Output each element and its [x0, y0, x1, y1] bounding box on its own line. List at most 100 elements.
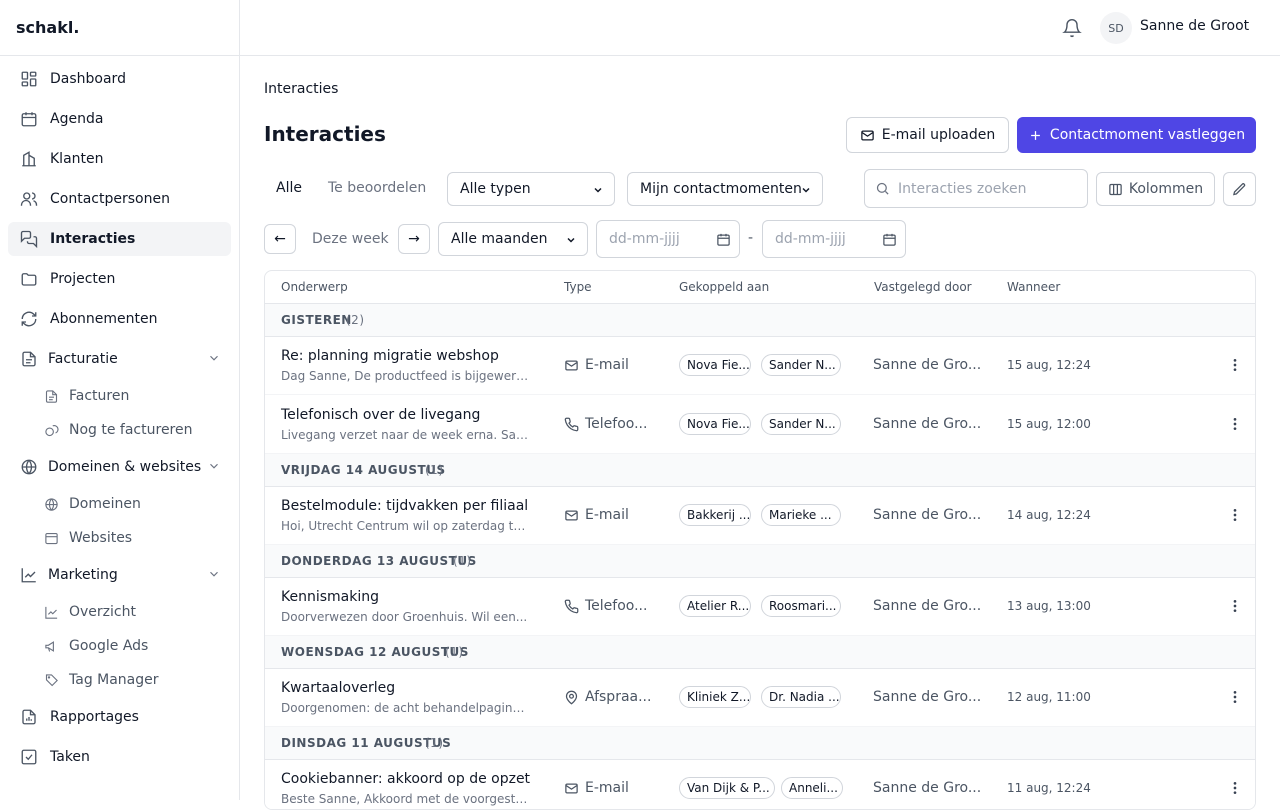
- sidebar: schakl. Dashboard Agenda Klanten Contact…: [0, 0, 240, 800]
- search-placeholder: Interacties zoeken: [898, 180, 1027, 197]
- pencil-icon: [1232, 182, 1247, 197]
- sidebar-item-tag-manager[interactable]: Tag Manager: [8, 666, 231, 694]
- document-icon: [20, 350, 38, 368]
- group-label: DONDERDAG 13 AUGUSTUS: [281, 554, 477, 568]
- column-header-type[interactable]: Type: [564, 280, 592, 294]
- week-label[interactable]: Deze week: [312, 231, 389, 247]
- calendar-icon[interactable]: [716, 232, 731, 247]
- row-recorded-by: Sanne de Gro...: [873, 357, 982, 373]
- phone-icon: [564, 599, 579, 614]
- linked-chip[interactable]: Atelier R...: [679, 595, 751, 617]
- date-from-input[interactable]: dd-mm-jjjj: [596, 220, 740, 258]
- plus-icon: [1028, 128, 1043, 143]
- table-row[interactable]: Kwartaaloverleg Doorgenomen: de acht beh…: [265, 669, 1255, 727]
- tab-alle[interactable]: Alle: [276, 180, 302, 198]
- chevron-down-icon: [800, 184, 812, 196]
- more-vertical-icon[interactable]: [1227, 780, 1243, 796]
- sidebar-item-domeinen-websites[interactable]: Domeinen & websites: [8, 450, 231, 484]
- avatar[interactable]: SD: [1100, 12, 1132, 44]
- calendar-icon[interactable]: [882, 232, 897, 247]
- sidebar-item-dashboard[interactable]: Dashboard: [8, 62, 231, 96]
- linked-chip[interactable]: Nova Fie...: [679, 413, 751, 435]
- week-prev-button[interactable]: ←: [264, 224, 296, 254]
- date-to-input[interactable]: dd-mm-jjjj: [762, 220, 906, 258]
- row-type: E-mail: [564, 357, 629, 373]
- table-row[interactable]: Telefonisch over de livegang Livegang ve…: [265, 396, 1255, 454]
- row-recorded-by: Sanne de Gro...: [873, 689, 982, 705]
- sidebar-item-label: Tag Manager: [69, 672, 159, 688]
- table-row[interactable]: Bestelmodule: tijdvakken per filiaal Hoi…: [265, 487, 1255, 545]
- linked-chip[interactable]: Sander N...: [761, 354, 841, 376]
- row-recorded-by: Sanne de Gro...: [873, 598, 982, 614]
- linked-chip[interactable]: Nova Fie...: [679, 354, 751, 376]
- record-contact-label: Contactmoment vastleggen: [1049, 127, 1246, 143]
- group-header: DONDERDAG 13 AUGUSTUS (1): [265, 545, 1255, 578]
- column-header-gekoppeld-aan[interactable]: Gekoppeld aan: [679, 280, 769, 294]
- group-label: WOENSDAG 12 AUGUSTUS: [281, 645, 469, 659]
- calendar-icon: [20, 110, 38, 128]
- month-filter-select[interactable]: Alle maanden: [438, 222, 588, 256]
- more-vertical-icon[interactable]: [1227, 689, 1243, 705]
- linked-chip[interactable]: Dr. Nadia ...: [761, 686, 841, 708]
- more-vertical-icon[interactable]: [1227, 416, 1243, 432]
- group-header: GISTEREN (2): [265, 304, 1255, 337]
- sidebar-item-abonnementen[interactable]: Abonnementen: [8, 302, 231, 336]
- linked-chip[interactable]: Marieke ...: [761, 504, 841, 526]
- search-input[interactable]: Interacties zoeken: [864, 169, 1088, 208]
- chart-line-icon: [20, 566, 38, 584]
- linked-chip[interactable]: Kliniek Z...: [679, 686, 751, 708]
- upload-email-button[interactable]: E-mail uploaden: [846, 117, 1009, 153]
- columns-button[interactable]: Kolommen: [1096, 172, 1215, 206]
- column-header-vastgelegd-door[interactable]: Vastgelegd door: [874, 280, 972, 294]
- sidebar-item-overzicht[interactable]: Overzicht: [8, 598, 231, 626]
- sidebar-item-taken[interactable]: Taken: [8, 740, 231, 774]
- sidebar-item-projecten[interactable]: Projecten: [8, 262, 231, 296]
- more-vertical-icon[interactable]: [1227, 598, 1243, 614]
- linked-chip[interactable]: Bakkerij ...: [679, 504, 751, 526]
- brand-logo[interactable]: schakl.: [0, 0, 239, 56]
- more-vertical-icon[interactable]: [1227, 357, 1243, 373]
- owner-filter-select[interactable]: Mijn contactmomenten: [627, 172, 823, 206]
- sidebar-item-rapportages[interactable]: Rapportages: [8, 700, 231, 734]
- sidebar-item-facturen[interactable]: Facturen: [8, 382, 231, 410]
- table-row[interactable]: Cookiebanner: akkoord op de opzet Beste …: [265, 760, 1255, 809]
- group-count: (1): [425, 736, 444, 750]
- row-recorded-by: Sanne de Gro...: [873, 507, 982, 523]
- table-row[interactable]: Kennismaking Doorverwezen door Groenhuis…: [265, 578, 1255, 636]
- sidebar-item-domeinen[interactable]: Domeinen: [8, 490, 231, 518]
- sidebar-item-contactpersonen[interactable]: Contactpersonen: [8, 182, 231, 216]
- group-header: WOENSDAG 12 AUGUSTUS (1): [265, 636, 1255, 669]
- globe-icon: [20, 458, 38, 476]
- linked-chip[interactable]: Roosmari...: [761, 595, 841, 617]
- column-header-onderwerp[interactable]: Onderwerp: [281, 280, 348, 294]
- sidebar-item-label: Interacties: [50, 231, 136, 247]
- refresh-icon: [20, 310, 38, 328]
- row-type-label: Afspraa...: [585, 689, 652, 705]
- user-name[interactable]: Sanne de Groot: [1140, 18, 1249, 34]
- week-next-button[interactable]: →: [398, 224, 430, 254]
- sidebar-item-klanten[interactable]: Klanten: [8, 142, 231, 176]
- linked-chip[interactable]: Van Dijk & P...: [679, 777, 775, 799]
- linked-chip[interactable]: Sander N...: [761, 413, 841, 435]
- sidebar-item-websites[interactable]: Websites: [8, 524, 231, 552]
- sidebar-item-interacties[interactable]: Interacties: [8, 222, 231, 256]
- row-type: Afspraa...: [564, 689, 651, 705]
- sidebar-item-agenda[interactable]: Agenda: [8, 102, 231, 136]
- linked-chip[interactable]: Anneli...: [781, 777, 843, 799]
- row-when: 15 aug, 12:00: [1007, 417, 1091, 431]
- record-contact-button[interactable]: Contactmoment vastleggen: [1017, 117, 1256, 153]
- sidebar-item-marketing[interactable]: Marketing: [8, 558, 231, 592]
- sidebar-item-google-ads[interactable]: Google Ads: [8, 632, 231, 660]
- column-header-wanneer[interactable]: Wanneer: [1007, 280, 1060, 294]
- type-filter-select[interactable]: Alle typen: [447, 172, 615, 206]
- row-when: 15 aug, 12:24: [1007, 358, 1091, 372]
- bell-icon[interactable]: [1062, 18, 1082, 38]
- chevron-down-icon: [207, 351, 221, 365]
- row-subject: Telefonisch over de livegang: [281, 407, 481, 423]
- sidebar-item-facturatie[interactable]: Facturatie: [8, 342, 231, 376]
- table-row[interactable]: Re: planning migratie webshop Dag Sanne,…: [265, 337, 1255, 395]
- edit-button[interactable]: [1223, 172, 1256, 206]
- more-vertical-icon[interactable]: [1227, 507, 1243, 523]
- tab-te-beoordelen[interactable]: Te beoordelen: [328, 180, 426, 198]
- sidebar-item-nog-te-factureren[interactable]: Nog te factureren: [8, 416, 231, 444]
